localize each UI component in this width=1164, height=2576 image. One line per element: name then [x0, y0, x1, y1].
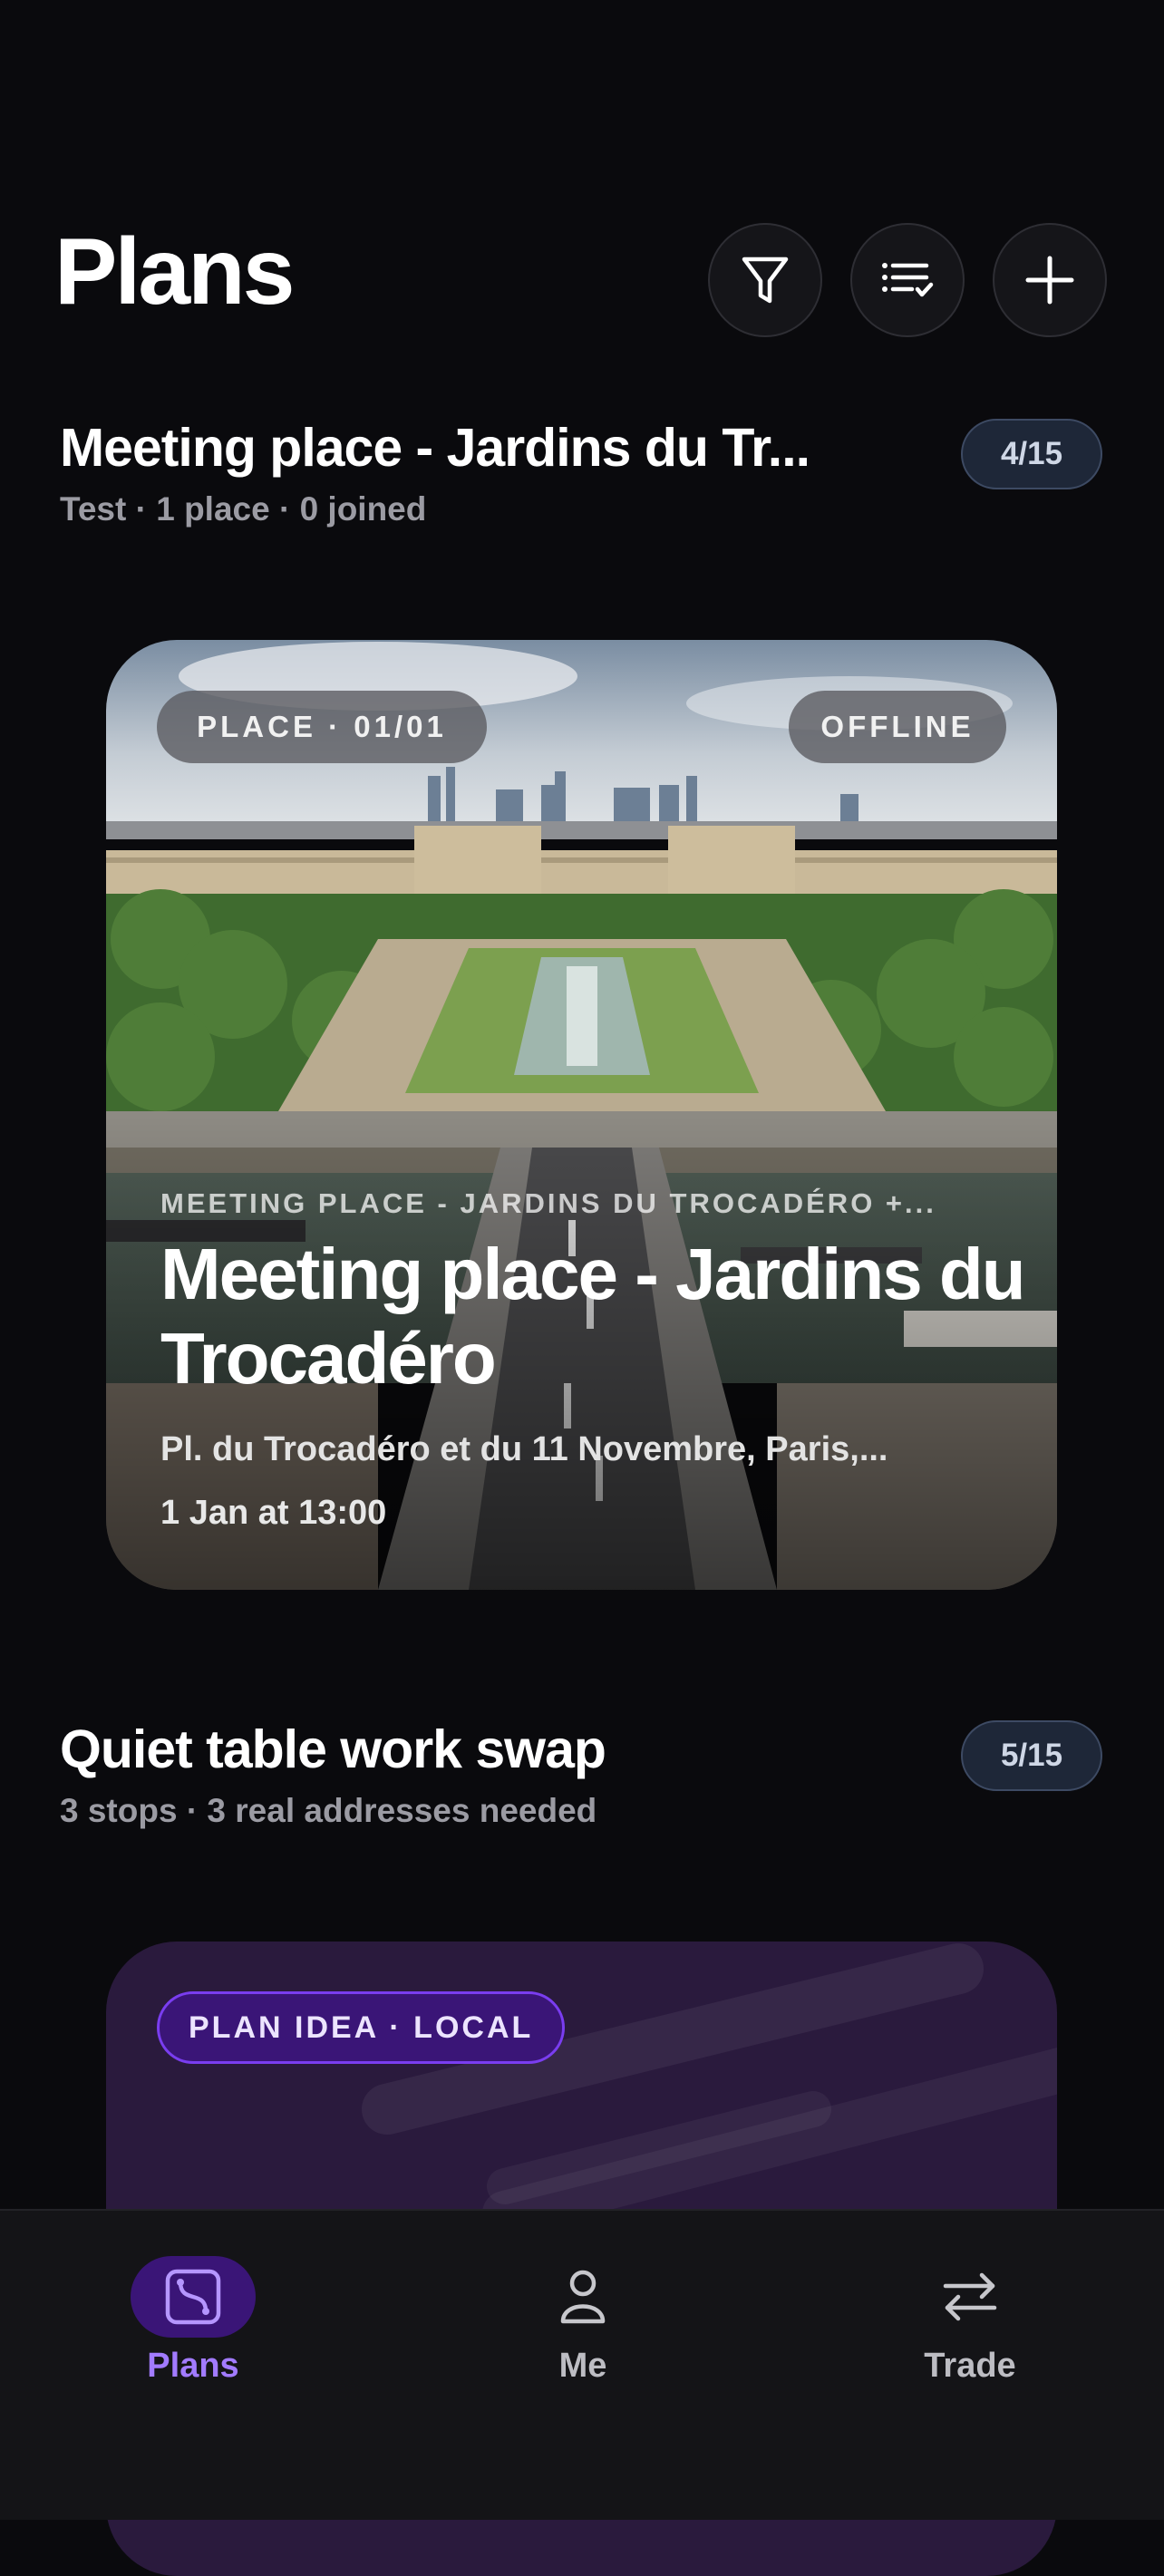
place-card[interactable]: PLACE · 01/01 OFFLINE MEETING PLACE - JA… [106, 640, 1057, 1590]
tab-plans[interactable]: Plans [75, 2256, 311, 2410]
plan-count-badge: 4/15 [961, 419, 1102, 489]
plan-title: Meeting place - Jardins du Tr... [60, 419, 810, 478]
route-icon [165, 2269, 221, 2325]
plan-header[interactable]: Quiet table work swap 3 stops · 3 real a… [60, 1720, 1102, 1830]
plan-subtitle: 3 stops · 3 real addresses needed [60, 1791, 597, 1829]
filter-button[interactable] [708, 223, 822, 337]
swap-arrows-icon [943, 2272, 997, 2321]
tab-plans-label: Plans [147, 2347, 239, 2385]
plan-subtitle: Test · 1 place · 0 joined [60, 489, 427, 528]
tab-bar: Plans Me Trade [0, 2209, 1164, 2520]
tab-me-icon-wrap [520, 2256, 645, 2338]
page-title: Plans [54, 219, 295, 324]
card-address: Pl. du Trocadéro et du 11 Novembre, Pari… [160, 1430, 888, 1468]
plan-title: Quiet table work swap [60, 1720, 606, 1779]
card-kicker: MEETING PLACE - JARDINS DU TROCADÉRO +..… [160, 1187, 936, 1219]
tab-trade[interactable]: Trade [852, 2256, 1088, 2410]
card-title: Meeting place - Jardins du Trocadéro [160, 1234, 1026, 1399]
header: Plans [0, 0, 1164, 363]
tab-me-label: Me [558, 2347, 607, 2385]
person-icon [560, 2270, 606, 2324]
plan-idea-chip: PLAN IDEA · LOCAL [157, 1991, 566, 2064]
add-plan-button[interactable] [993, 223, 1107, 337]
filter-icon [742, 257, 789, 304]
sort-button[interactable] [850, 223, 965, 337]
plus-icon [1025, 256, 1074, 305]
place-index-chip: PLACE · 01/01 [157, 691, 487, 763]
tab-me[interactable]: Me [465, 2256, 701, 2410]
tab-plans-highlight [131, 2256, 256, 2338]
tab-trade-icon-wrap [907, 2256, 1033, 2338]
tab-trade-label: Trade [924, 2347, 1016, 2385]
list-check-icon [882, 263, 934, 297]
plan-header[interactable]: Meeting place - Jardins du Tr... Test · … [60, 419, 1102, 528]
offline-badge: OFFLINE [789, 691, 1006, 763]
plan-count-badge: 5/15 [961, 1720, 1102, 1791]
card-time: 1 Jan at 13:00 [160, 1494, 387, 1532]
